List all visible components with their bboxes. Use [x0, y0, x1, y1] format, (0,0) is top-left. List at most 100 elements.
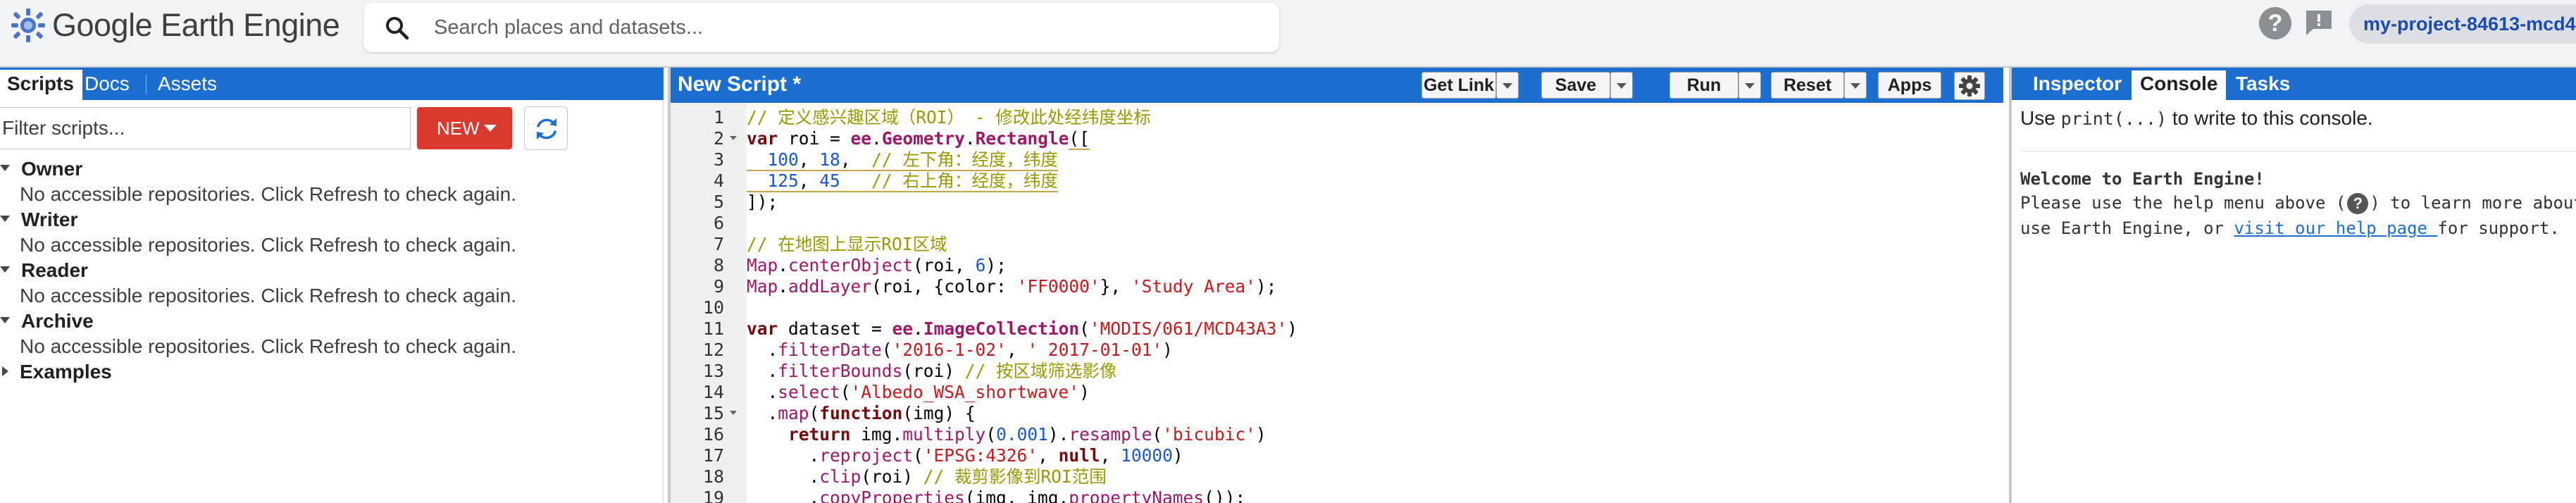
code-token: }, — [1100, 276, 1131, 297]
code-token: . — [778, 276, 789, 297]
code-token — [747, 149, 768, 171]
fold-arrow-icon[interactable] — [730, 136, 737, 140]
earth-engine-logo-icon[interactable] — [10, 7, 46, 44]
code-line[interactable]: 11 var dataset = ee.ImageCollection('MODI… — [703, 318, 2003, 340]
code-token: ) — [1255, 424, 1267, 445]
line-number: 3 — [713, 149, 724, 170]
tab-scripts[interactable]: Scripts — [0, 70, 82, 100]
feedback-icon[interactable] — [2303, 8, 2334, 37]
code-line[interactable]: 1 // 定义感兴趣区域（ROI） - 修改此处经纬度坐标 — [714, 107, 2003, 128]
code-line[interactable]: 5]); — [714, 192, 2003, 213]
apps-button[interactable]: Apps — [1878, 72, 1941, 99]
tab-assets[interactable]: Assets — [149, 70, 225, 100]
chevron-down-icon[interactable] — [0, 317, 10, 324]
code-line[interactable]: 7 // 在地图上显示ROI区域 — [714, 234, 2003, 255]
code-token: . — [747, 403, 778, 423]
tab-inspector[interactable]: Inspector — [2024, 70, 2130, 100]
get-link-button[interactable]: Get Link — [1421, 72, 1496, 99]
code-token: centerObject — [788, 255, 914, 275]
tab-tasks[interactable]: Tasks — [2227, 70, 2298, 100]
help-icon: ? — [2347, 193, 2369, 214]
line-number: 1 — [713, 107, 724, 128]
code-line[interactable]: 15 .map(function(img) { — [703, 403, 2003, 424]
top-bar: Google Earth Engine ? my-project-84613-m… — [0, 0, 2576, 68]
code-token: ) — [1287, 318, 1298, 339]
code-editor[interactable]: 1 // 定义感兴趣区域（ROI） - 修改此处经纬度坐标 2 var roi = e… — [703, 103, 2003, 503]
console-help-line: use Earth Engine, or visit our help page… — [2020, 216, 2560, 241]
save-button[interactable]: Save — [1541, 72, 1610, 99]
code-line[interactable]: 19 .copyProperties(img, img.propertyName… — [703, 488, 2003, 503]
code-line[interactable]: 14 .select('Albedo_WSA_shortwave') — [703, 382, 2003, 403]
chevron-down-icon[interactable] — [0, 216, 10, 223]
tree-folder-label: Examples — [20, 361, 112, 383]
search-box[interactable] — [363, 3, 1279, 52]
tree-folder-archive[interactable]: Archive — [0, 309, 94, 334]
reset-dropdown-button[interactable] — [1844, 72, 1867, 99]
code-text: var roi = ee.Geometry.Rectangle([ — [747, 128, 1090, 150]
code-line[interactable]: 9 Map.addLayer(roi, {color: 'FF0000'}, 'S… — [714, 276, 2003, 297]
line-number: 15 — [702, 403, 724, 423]
project-selector[interactable]: my-project-84613-mcd4 — [2349, 4, 2576, 44]
code-token: null — [1058, 445, 1100, 466]
refresh-button[interactable] — [524, 106, 568, 150]
code-token: resample — [1069, 424, 1152, 445]
tree-folder-reader[interactable]: Reader — [0, 258, 88, 283]
code-token: , — [798, 149, 820, 171]
code-token — [840, 170, 872, 192]
code-text: // 定义感兴趣区域（ROI） - 修改此处经纬度坐标 — [747, 107, 1151, 128]
run-dropdown-button[interactable] — [1738, 72, 1761, 99]
code-line[interactable]: 8 Map.centerObject(roi, 6); — [714, 255, 2003, 276]
code-line[interactable]: 2 var roi = ee.Geometry.Rectangle([ — [714, 128, 2003, 150]
code-token: 100 — [767, 149, 799, 171]
code-token: . — [747, 361, 778, 381]
code-token: // 裁剪影像到ROI范围 — [923, 466, 1107, 487]
filter-scripts-input[interactable] — [0, 107, 411, 149]
code-line[interactable]: 12 .filterDate('2016-1-02', ' 2017-01-01… — [703, 340, 2003, 361]
chevron-down-icon[interactable] — [0, 266, 10, 273]
line-number: 8 — [713, 255, 724, 275]
chevron-right-icon[interactable] — [2, 366, 8, 376]
search-icon — [386, 17, 409, 40]
code-token: ( — [1079, 318, 1090, 339]
fold-arrow-icon[interactable] — [730, 411, 737, 415]
get-link-dropdown-button[interactable] — [1496, 72, 1519, 99]
code-token: var — [747, 128, 778, 149]
console-help-text: for support. — [2437, 218, 2560, 238]
code-token — [747, 170, 768, 192]
settings-button[interactable] — [1954, 72, 1985, 100]
code-token: Map — [747, 255, 778, 275]
code-line[interactable]: 16 return img.multiply(0.001).resample('… — [703, 424, 2003, 445]
code-line[interactable]: 6 — [714, 213, 2003, 234]
code-token: . — [778, 255, 789, 275]
code-line[interactable]: 3 100, 18, // 左下角：经度，纬度 — [714, 149, 2003, 171]
code-token: , — [1038, 445, 1059, 466]
code-token: return — [788, 424, 851, 445]
code-token: filterBounds — [778, 361, 903, 381]
help-page-link[interactable]: visit our help page — [2234, 218, 2437, 238]
line-number: 12 — [702, 340, 724, 360]
code-token: (roi) — [902, 361, 965, 381]
line-number: 18 — [702, 466, 724, 487]
search-input[interactable] — [434, 11, 1244, 44]
run-button[interactable]: Run — [1669, 72, 1738, 99]
reset-button[interactable]: Reset — [1771, 72, 1844, 99]
code-line[interactable]: 13 .filterBounds(roi) // 按区域筛选影像 — [703, 361, 2003, 382]
code-token: map — [778, 403, 809, 423]
tab-docs[interactable]: Docs — [76, 70, 138, 100]
save-dropdown-button[interactable] — [1610, 72, 1633, 99]
code-line[interactable]: 4 125, 45 // 右上角：经度，纬度 — [714, 170, 2003, 192]
chevron-down-icon[interactable] — [0, 165, 10, 172]
code-line[interactable]: 18 .clip(roi) // 裁剪影像到ROI范围 — [703, 466, 2003, 488]
code-line[interactable]: 10 — [703, 297, 2003, 318]
tree-folder-examples[interactable]: Examples — [0, 359, 112, 385]
code-line[interactable]: 17 .reproject('EPSG:4326', null, 10000) — [703, 445, 2003, 466]
code-token: // 定义感兴趣区域（ROI） - 修改此处经纬度坐标 — [747, 107, 1151, 128]
tab-console[interactable]: Console — [2132, 70, 2227, 100]
code-token: 'EPSG:4326' — [923, 445, 1038, 466]
help-icon[interactable]: ? — [2259, 7, 2291, 39]
code-token: ). — [1047, 424, 1069, 445]
tree-folder-writer[interactable]: Writer — [0, 207, 77, 232]
new-button[interactable]: NEW — [417, 107, 512, 149]
code-text: .filterBounds(roi) // 按区域筛选影像 — [747, 361, 1117, 382]
tree-folder-owner[interactable]: Owner — [0, 156, 82, 182]
